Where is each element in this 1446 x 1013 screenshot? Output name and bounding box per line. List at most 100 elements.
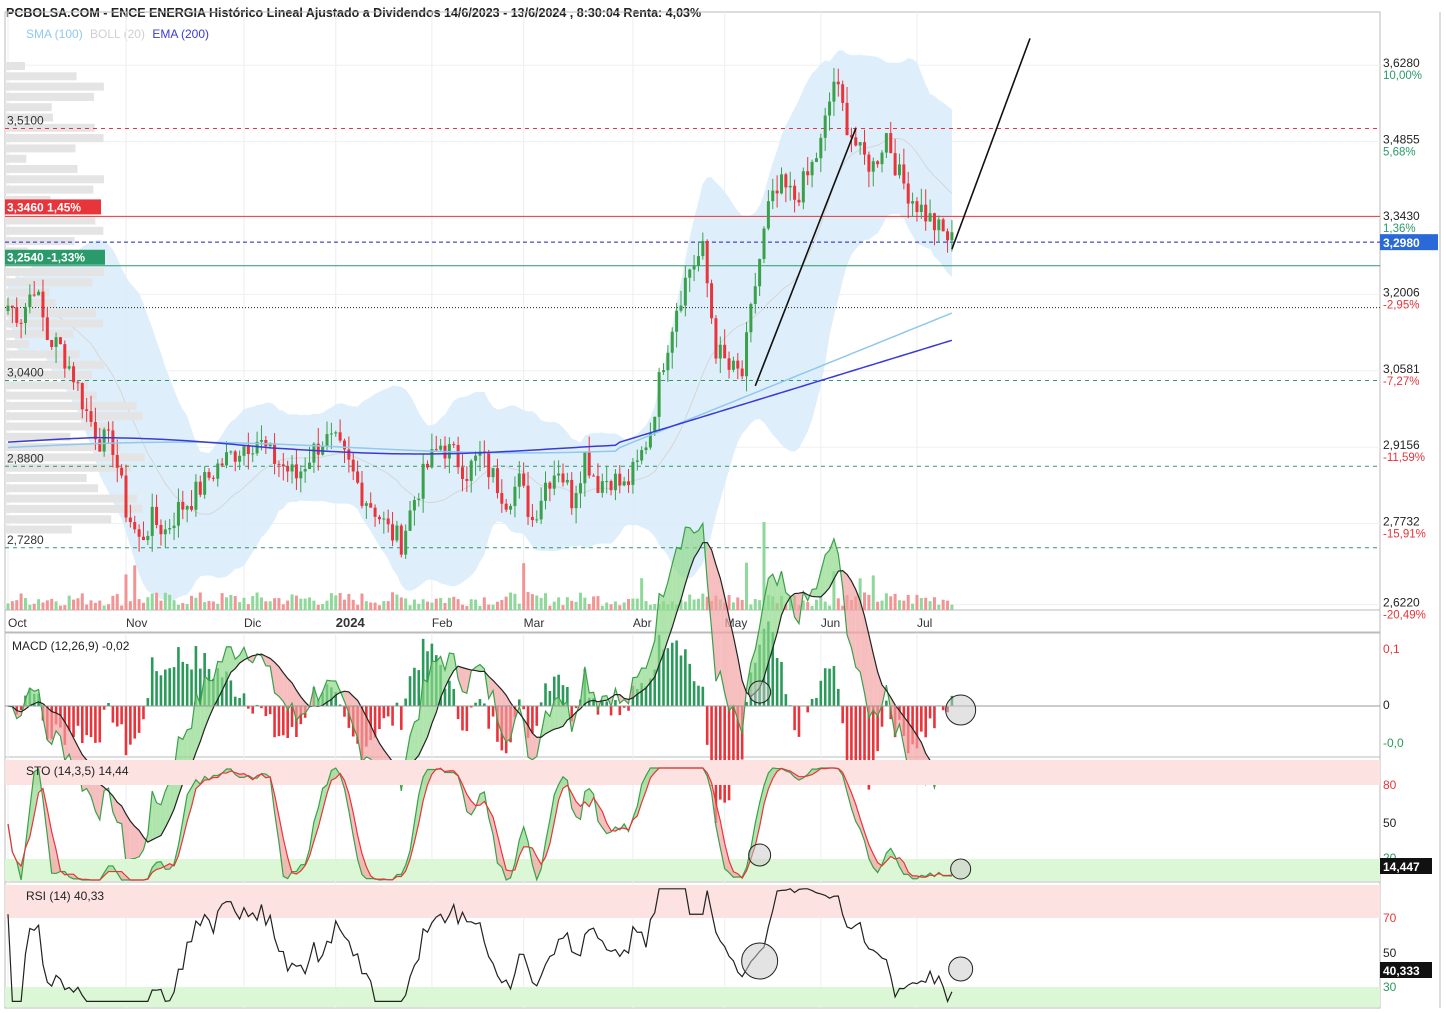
volume-bar bbox=[504, 596, 508, 610]
volume-bar bbox=[753, 599, 757, 610]
macd-histogram-bar bbox=[408, 676, 412, 707]
candle-body bbox=[640, 450, 644, 461]
candle-body bbox=[181, 501, 185, 510]
price-tick-pct: 5,68% bbox=[1383, 147, 1416, 159]
candle-body bbox=[662, 370, 665, 373]
volume-bar bbox=[653, 603, 657, 610]
volume-bar bbox=[819, 595, 823, 610]
candle-body bbox=[710, 283, 714, 319]
price-tick-pct: 10,00% bbox=[1383, 70, 1422, 82]
macd-histogram-bar bbox=[487, 706, 490, 729]
level-label: 3,0400 bbox=[7, 365, 44, 379]
macd-histogram-bar bbox=[618, 706, 622, 716]
candle-body bbox=[705, 240, 709, 284]
candle-body bbox=[902, 164, 906, 184]
candle-body bbox=[535, 519, 539, 521]
volume-bar bbox=[360, 593, 364, 610]
candle-body bbox=[854, 137, 858, 146]
volume-bar bbox=[928, 601, 932, 610]
macd-histogram-bar bbox=[719, 706, 722, 800]
volume-bar bbox=[434, 598, 438, 610]
volume-bar bbox=[814, 599, 818, 610]
price-tick-label: 3,0581 bbox=[1383, 362, 1420, 376]
candle-body bbox=[220, 463, 224, 466]
volume-bar bbox=[72, 599, 76, 610]
volume-bar bbox=[924, 597, 928, 610]
volume-bar bbox=[522, 563, 526, 610]
level-label: 3,2540 -1,33% bbox=[7, 251, 85, 265]
macd-fill bbox=[589, 692, 594, 702]
candle-body bbox=[233, 451, 237, 462]
candle-body bbox=[539, 500, 543, 520]
candle-body bbox=[146, 535, 150, 541]
candle-body bbox=[312, 443, 316, 463]
candle-body bbox=[303, 469, 307, 472]
volume-bar bbox=[863, 592, 867, 610]
price-tick-pct: -11,59% bbox=[1383, 452, 1425, 464]
macd-histogram-bar bbox=[775, 657, 779, 707]
macd-histogram-bar bbox=[832, 666, 836, 707]
macd-histogram-bar bbox=[933, 706, 936, 729]
candle-body bbox=[203, 472, 207, 495]
candle-body bbox=[369, 503, 373, 508]
volume-bar bbox=[93, 602, 97, 610]
candle-body bbox=[395, 525, 399, 541]
volume-bar bbox=[609, 604, 613, 610]
macd-fill bbox=[274, 662, 279, 697]
candle-body bbox=[308, 462, 312, 470]
candle-body bbox=[163, 529, 167, 535]
volume-profile-bar bbox=[5, 175, 105, 184]
rsi-oversold-zone bbox=[5, 987, 1380, 1007]
level-label: 3,3460 1,45% bbox=[7, 200, 81, 214]
candle-body bbox=[67, 366, 71, 369]
volume-bar bbox=[600, 605, 604, 610]
macd-histogram-bar bbox=[675, 640, 678, 707]
candle-body bbox=[753, 286, 757, 305]
volume-bar bbox=[452, 596, 456, 610]
volume-bar bbox=[63, 605, 67, 610]
candle-body bbox=[823, 115, 827, 138]
candle-body bbox=[841, 84, 845, 103]
candle-body bbox=[793, 185, 797, 200]
candle-body bbox=[801, 171, 805, 203]
macd-histogram-bar bbox=[277, 706, 281, 737]
volume-bar bbox=[246, 604, 250, 610]
macd-histogram-bar bbox=[443, 688, 447, 707]
candle-body bbox=[950, 232, 954, 241]
candle-body bbox=[72, 366, 76, 383]
volume-bar bbox=[443, 602, 447, 610]
sto-overbought-zone bbox=[5, 760, 1380, 785]
candle-body bbox=[544, 482, 548, 501]
volume-bar bbox=[932, 597, 936, 610]
candle-body bbox=[522, 473, 526, 486]
macd-histogram-bar bbox=[841, 706, 844, 724]
volume-bar bbox=[225, 597, 228, 610]
candle-body bbox=[775, 190, 779, 194]
price-axis: 3,628010,00% 3,48555,68% 3,34301,36% 3,2006… bbox=[1383, 56, 1426, 621]
volume-bar bbox=[596, 596, 600, 610]
volume-bar bbox=[207, 601, 211, 610]
macd-histogram-bar bbox=[72, 706, 75, 738]
macd-histogram-bar bbox=[666, 648, 670, 707]
volume-profile-bar bbox=[5, 309, 97, 318]
volume-bar bbox=[526, 592, 530, 610]
volume-bar bbox=[45, 600, 49, 610]
macd-histogram-bar bbox=[80, 706, 84, 744]
volume-bar bbox=[373, 602, 377, 610]
candle-body bbox=[675, 310, 679, 332]
volume-bar bbox=[893, 593, 897, 610]
volume-bar bbox=[107, 604, 111, 610]
macd-histogram-bar bbox=[264, 706, 268, 717]
candle-body bbox=[548, 482, 552, 489]
stock-chart[interactable]: 3,5100 3,3460 1,45% 3,2980 3,2540 -1,33% 3,0… bbox=[0, 0, 1446, 1013]
volume-bar bbox=[316, 604, 320, 610]
volume-profile-bar bbox=[5, 381, 88, 390]
candle-body bbox=[670, 331, 674, 353]
volume-bar bbox=[41, 602, 45, 610]
candle-body bbox=[810, 161, 814, 176]
time-axis: Oct Nov Dic 2024 Feb Mar Abr May Jun Jul bbox=[8, 615, 932, 630]
volume-profile-bar bbox=[5, 278, 93, 287]
candle-body bbox=[578, 483, 582, 494]
candle-body bbox=[115, 455, 119, 468]
macd-histogram-bar bbox=[233, 696, 237, 707]
